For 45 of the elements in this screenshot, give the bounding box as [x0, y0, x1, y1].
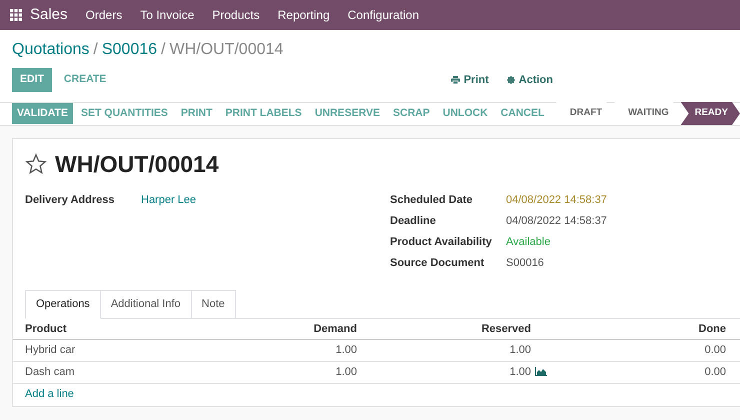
gear-icon: [506, 76, 515, 84]
column-header: Done: [547, 318, 740, 340]
menu-item[interactable]: Orders: [86, 6, 122, 24]
menu-item[interactable]: Products: [212, 6, 260, 24]
product-cell: Dash cam: [25, 366, 75, 378]
tab[interactable]: Note: [190, 290, 236, 318]
field-label: Source Document: [390, 256, 486, 272]
field-value: Available: [506, 235, 550, 250]
column-header: Reserved: [357, 318, 547, 340]
breadcrumb-separator: /: [161, 40, 166, 60]
field-value: S00016: [506, 256, 544, 272]
breadcrumb-link[interactable]: S00016: [102, 38, 158, 62]
print-button[interactable]: Print: [450, 70, 490, 90]
status-stage[interactable]: READY: [680, 102, 740, 126]
menu-item[interactable]: Reporting: [278, 6, 330, 24]
field-label: Product Availability: [390, 235, 493, 250]
apps-menu-icon[interactable]: [10, 9, 22, 21]
field-label: Delivery Address: [25, 193, 116, 208]
field-value: 04/08/2022 14:58:37: [506, 214, 607, 230]
quantity-cell: 0.00: [704, 366, 726, 378]
field-value: 04/08/2022 14:58:37: [506, 193, 607, 208]
star-icon[interactable]: [25, 153, 47, 176]
record-title: WH/OUT/00014: [55, 150, 219, 178]
column-header: Demand: [267, 318, 357, 340]
field-label: Deadline: [390, 214, 437, 230]
breadcrumb-current: WH/OUT/00014: [169, 40, 284, 60]
action-button[interactable]: Action: [506, 70, 554, 90]
quantity-cell: 1.00: [336, 344, 357, 356]
printer-icon: [450, 76, 460, 84]
app-title[interactable]: Sales: [30, 4, 68, 26]
quantity-cell: 1.00: [510, 344, 531, 356]
breadcrumb-link[interactable]: Quotations: [12, 38, 90, 62]
tab[interactable]: Operations: [25, 290, 101, 319]
customer-link[interactable]: Harper Lee: [141, 192, 196, 214]
quantity-cell: 1.00: [336, 366, 357, 378]
menu-item[interactable]: Configuration: [348, 6, 420, 24]
quantity-cell: 1.00: [510, 366, 531, 378]
menu-item[interactable]: To Invoice: [140, 6, 194, 24]
column-header: Product: [13, 318, 267, 340]
product-cell: Hybrid car: [25, 344, 76, 356]
field-label: Scheduled Date: [390, 193, 474, 208]
add-line-link[interactable]: Add a line: [25, 386, 74, 402]
quantity-cell: 0.00: [704, 344, 726, 356]
breadcrumb-separator: /: [93, 40, 98, 60]
area-chart-icon[interactable]: [535, 367, 547, 376]
